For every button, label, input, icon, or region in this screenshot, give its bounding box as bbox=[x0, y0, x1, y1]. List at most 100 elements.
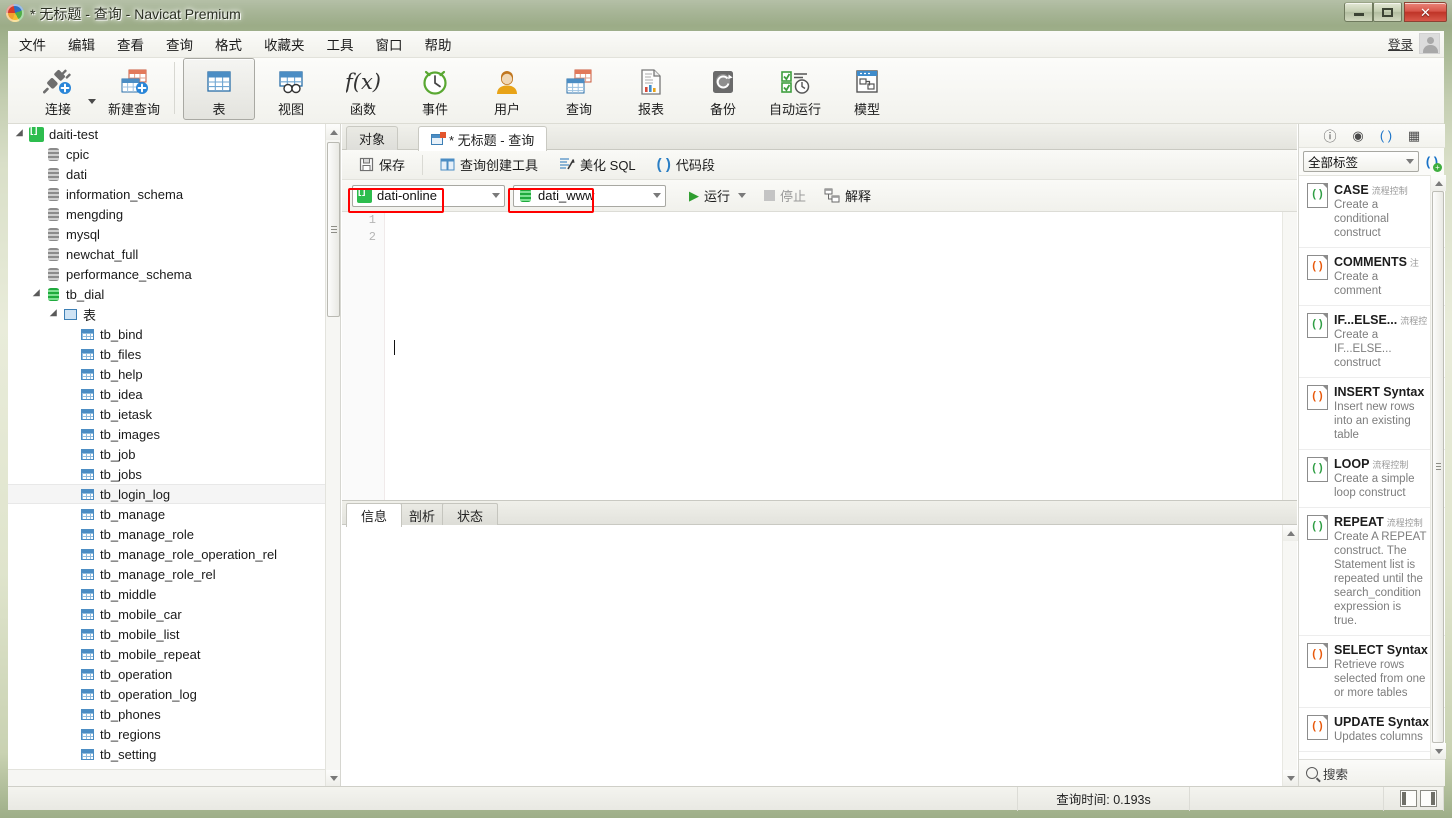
left-panel-toggle-icon[interactable] bbox=[1400, 790, 1417, 807]
tree-node[interactable]: tb_bind bbox=[8, 324, 326, 344]
menu-item-file[interactable]: 文件 bbox=[8, 30, 57, 58]
toolbar-button-backup[interactable]: 备份 bbox=[687, 58, 759, 120]
tree-twisty-open-icon[interactable] bbox=[49, 308, 61, 320]
result-message-panel[interactable] bbox=[342, 525, 1298, 786]
tag-filter-select[interactable]: 全部标签 bbox=[1303, 151, 1419, 172]
tree-node[interactable]: tb_manage_role_rel bbox=[8, 564, 326, 584]
tree-node[interactable]: performance_schema bbox=[8, 264, 326, 284]
run-button[interactable]: ▶ 运行 bbox=[680, 182, 755, 209]
chevron-down-icon[interactable] bbox=[1402, 152, 1418, 171]
tree-node[interactable]: 表 bbox=[8, 304, 326, 324]
result-vertical-scrollbar[interactable] bbox=[1282, 525, 1298, 786]
toolbar-button-event[interactable]: 事件 bbox=[399, 58, 471, 120]
tree-node[interactable]: information_schema bbox=[8, 184, 326, 204]
snippet-list-scrollbar[interactable] bbox=[1430, 175, 1446, 759]
connection-dropdown-arrow-icon[interactable] bbox=[88, 99, 96, 104]
toolbar-button-connection[interactable]: 连接 bbox=[22, 58, 94, 120]
snippet-item[interactable]: ( ) LOOP 流程控制 Create a simple loop construc… bbox=[1299, 450, 1445, 508]
menu-item-favorites[interactable]: 收藏夹 bbox=[253, 30, 316, 58]
tree-node[interactable]: tb_images bbox=[8, 424, 326, 444]
snippet-search-box[interactable]: 搜索 bbox=[1299, 759, 1445, 786]
chevron-down-icon[interactable] bbox=[738, 193, 747, 198]
tree-node[interactable]: mengding bbox=[8, 204, 326, 224]
right-panel-toggle-icon[interactable] bbox=[1420, 790, 1437, 807]
scroll-up-button[interactable] bbox=[1431, 175, 1446, 191]
snippet-item[interactable]: ( ) IF...ELSE... 流程控 Create a IF...ELSE... … bbox=[1299, 306, 1445, 378]
toolbar-button-user[interactable]: 用户 bbox=[471, 58, 543, 120]
tree-twisty-open-icon[interactable] bbox=[15, 128, 27, 140]
eye-icon[interactable]: ◉ bbox=[1350, 128, 1366, 144]
minimize-button[interactable] bbox=[1344, 2, 1373, 22]
sql-editor[interactable]: 1 2 bbox=[342, 212, 1297, 500]
tree-node[interactable]: tb_operation_log bbox=[8, 684, 326, 704]
table-structure-icon[interactable]: ▦ bbox=[1406, 128, 1422, 144]
menu-item-help[interactable]: 帮助 bbox=[414, 30, 463, 58]
tree-node[interactable]: tb_login_log bbox=[8, 484, 326, 504]
add-snippet-icon[interactable]: ( ) + bbox=[1423, 153, 1442, 172]
tree-node[interactable]: daiti-test bbox=[8, 124, 326, 144]
menu-item-tools[interactable]: 工具 bbox=[316, 30, 365, 58]
tab-objects[interactable]: 对象 bbox=[346, 126, 399, 150]
snippet-item[interactable]: ( ) CASE 流程控制 Create a conditional construc… bbox=[1299, 176, 1445, 248]
explain-button[interactable]: 解释 bbox=[815, 182, 880, 209]
tree-node[interactable]: tb_phones bbox=[8, 704, 326, 724]
tree-node[interactable]: tb_job bbox=[8, 444, 326, 464]
scroll-up-button[interactable] bbox=[326, 124, 340, 140]
sidebar-vertical-scrollbar[interactable] bbox=[325, 124, 340, 786]
tab-query[interactable]: * 无标题 - 查询 bbox=[418, 126, 548, 151]
snippet-item[interactable]: ( ) COMMENTS 注 Create a comment bbox=[1299, 248, 1445, 306]
tree-node[interactable]: tb_manage_role_operation_rel bbox=[8, 544, 326, 564]
editor-vertical-scrollbar[interactable] bbox=[1282, 212, 1297, 500]
tree-node[interactable]: tb_mobile_car bbox=[8, 604, 326, 624]
snippet-item[interactable]: ( ) REPEAT 流程控制 Create A REPEAT construct. … bbox=[1299, 508, 1445, 636]
info-icon[interactable]: ⓘ bbox=[1322, 128, 1338, 144]
maximize-button[interactable] bbox=[1373, 2, 1402, 22]
toolbar-button-table[interactable]: 表 bbox=[183, 58, 255, 120]
tree-node[interactable]: tb_idea bbox=[8, 384, 326, 404]
chevron-down-icon[interactable] bbox=[648, 186, 665, 206]
tree-node[interactable]: tb_regions bbox=[8, 724, 326, 744]
tree-node[interactable]: tb_mobile_repeat bbox=[8, 644, 326, 664]
connection-select[interactable]: dati-online bbox=[352, 184, 505, 207]
tab-status[interactable]: 状态 bbox=[442, 503, 499, 526]
tree-node[interactable]: tb_jobs bbox=[8, 464, 326, 484]
tree-node[interactable]: newchat_full bbox=[8, 244, 326, 264]
code-snippet-button[interactable]: ( ) 代码段 bbox=[648, 151, 724, 178]
scroll-down-button[interactable] bbox=[326, 770, 340, 786]
avatar[interactable] bbox=[1419, 33, 1440, 54]
query-builder-button[interactable]: 查询创建工具 bbox=[431, 151, 547, 178]
toolbar-button-new-query[interactable]: 新建查询 bbox=[98, 58, 170, 120]
toolbar-button-view[interactable]: 视图 bbox=[255, 58, 327, 120]
tree-node[interactable]: tb_manage_role bbox=[8, 524, 326, 544]
menu-item-view[interactable]: 查看 bbox=[106, 30, 155, 58]
tree-node[interactable]: tb_manage bbox=[8, 504, 326, 524]
tree-node[interactable]: tb_mobile_list bbox=[8, 624, 326, 644]
toolbar-button-automation[interactable]: 自动运行 bbox=[759, 58, 831, 120]
tree-node[interactable]: tb_setting bbox=[8, 744, 326, 764]
scroll-down-button[interactable] bbox=[1283, 770, 1298, 786]
beautify-sql-button[interactable]: 美化 SQL bbox=[550, 151, 645, 178]
tree-node[interactable]: mysql bbox=[8, 224, 326, 244]
snippet-item[interactable]: ( ) SELECT Syntax Retrieve rows selected f… bbox=[1299, 636, 1445, 708]
tree-node[interactable]: tb_operation bbox=[8, 664, 326, 684]
snippet-list[interactable]: ( ) CASE 流程控制 Create a conditional construc… bbox=[1299, 175, 1445, 759]
menu-item-query[interactable]: 查询 bbox=[155, 30, 204, 58]
login-link[interactable]: 登录 bbox=[1388, 34, 1413, 53]
snippet-item[interactable]: ( ) INSERT Syntax Insert new rows into an … bbox=[1299, 378, 1445, 450]
scroll-down-button[interactable] bbox=[1431, 743, 1446, 759]
toolbar-button-query[interactable]: 查询 bbox=[543, 58, 615, 120]
sidebar-horizontal-scrollbar[interactable] bbox=[8, 769, 326, 786]
toolbar-button-function[interactable]: f(x) 函数 bbox=[327, 58, 399, 120]
database-select[interactable]: dati_www bbox=[513, 184, 666, 207]
menu-item-edit[interactable]: 编辑 bbox=[57, 30, 106, 58]
scrollbar-thumb[interactable] bbox=[1432, 191, 1444, 743]
toolbar-button-report[interactable]: 报表 bbox=[615, 58, 687, 120]
tree-node[interactable]: tb_help bbox=[8, 364, 326, 384]
snippet-item[interactable]: ( ) UPDATE Syntax Updates columns bbox=[1299, 708, 1445, 752]
menu-item-window[interactable]: 窗口 bbox=[365, 30, 414, 58]
tree-node[interactable]: dati bbox=[8, 164, 326, 184]
tree-node[interactable]: cpic bbox=[8, 144, 326, 164]
tab-message[interactable]: 信息 bbox=[346, 503, 403, 527]
scrollbar-thumb[interactable] bbox=[327, 142, 340, 317]
scroll-up-button[interactable] bbox=[1283, 525, 1298, 541]
